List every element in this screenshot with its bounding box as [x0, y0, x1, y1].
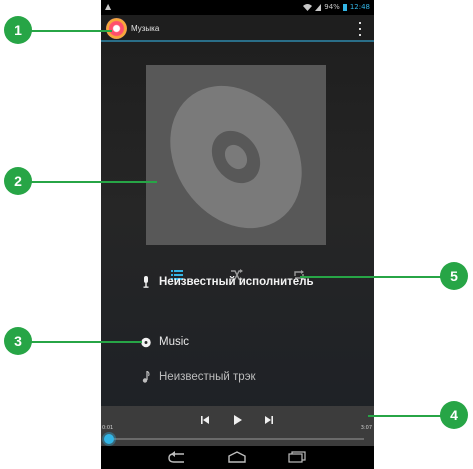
wifi-icon [303, 3, 313, 11]
previous-track-icon[interactable] [199, 415, 211, 425]
navigation-bar [101, 446, 374, 469]
callout-line-4 [368, 415, 446, 417]
callout-line-1 [30, 30, 112, 32]
battery-icon [342, 3, 347, 11]
artist-row: Неизвестный исполнитель [141, 273, 314, 291]
callout-badge-2: 2 [4, 167, 32, 195]
artist-name: Неизвестный исполнитель [159, 276, 314, 288]
cd-disc-icon [146, 65, 326, 245]
music-app-icon[interactable] [106, 18, 127, 39]
seek-thumb[interactable] [104, 434, 114, 444]
seek-bar[interactable] [109, 438, 364, 440]
recent-apps-icon[interactable] [287, 451, 307, 463]
back-icon[interactable] [168, 451, 188, 463]
next-track-icon[interactable] [263, 415, 275, 425]
album-row: Music [141, 333, 189, 351]
callout-line-3 [30, 341, 142, 343]
callout-badge-5: 5 [440, 262, 468, 290]
app-title: Музыка [131, 24, 160, 33]
home-icon[interactable] [227, 451, 247, 463]
track-name: Неизвестный трэк [159, 371, 256, 383]
phone-screen: ▲ 94% 12:48 Музыка Неизвестный исполните… [101, 0, 374, 469]
callout-line-5 [300, 276, 446, 278]
overflow-menu-icon[interactable] [358, 22, 362, 36]
signal-icon [315, 3, 322, 11]
status-indicators: 94% 12:48 [303, 3, 370, 11]
music-note-icon [141, 371, 151, 383]
action-bar: Музыка [101, 15, 374, 42]
track-row: Неизвестный трэк [141, 368, 256, 386]
callout-line-2 [30, 181, 157, 183]
total-duration: 3:07 [360, 425, 372, 431]
callout-badge-1: 1 [4, 16, 32, 44]
microphone-icon [141, 276, 151, 288]
status-bar: ▲ 94% 12:48 [101, 0, 374, 15]
callout-badge-4: 4 [440, 401, 468, 429]
battery-percent: 94% [324, 3, 340, 11]
album-art [146, 65, 326, 245]
callout-badge-3: 3 [4, 327, 32, 355]
screenshot-stage: ▲ 94% 12:48 Музыка Неизвестный исполните… [0, 0, 473, 469]
album-name: Music [159, 336, 190, 348]
play-icon[interactable] [231, 415, 243, 425]
notification-icon: ▲ [105, 2, 112, 11]
album-disc-icon [141, 336, 151, 348]
status-clock: 12:48 [349, 3, 370, 11]
elapsed-time: 0:01 [102, 425, 114, 431]
player-panel: 0:01 3:07 [101, 406, 374, 446]
